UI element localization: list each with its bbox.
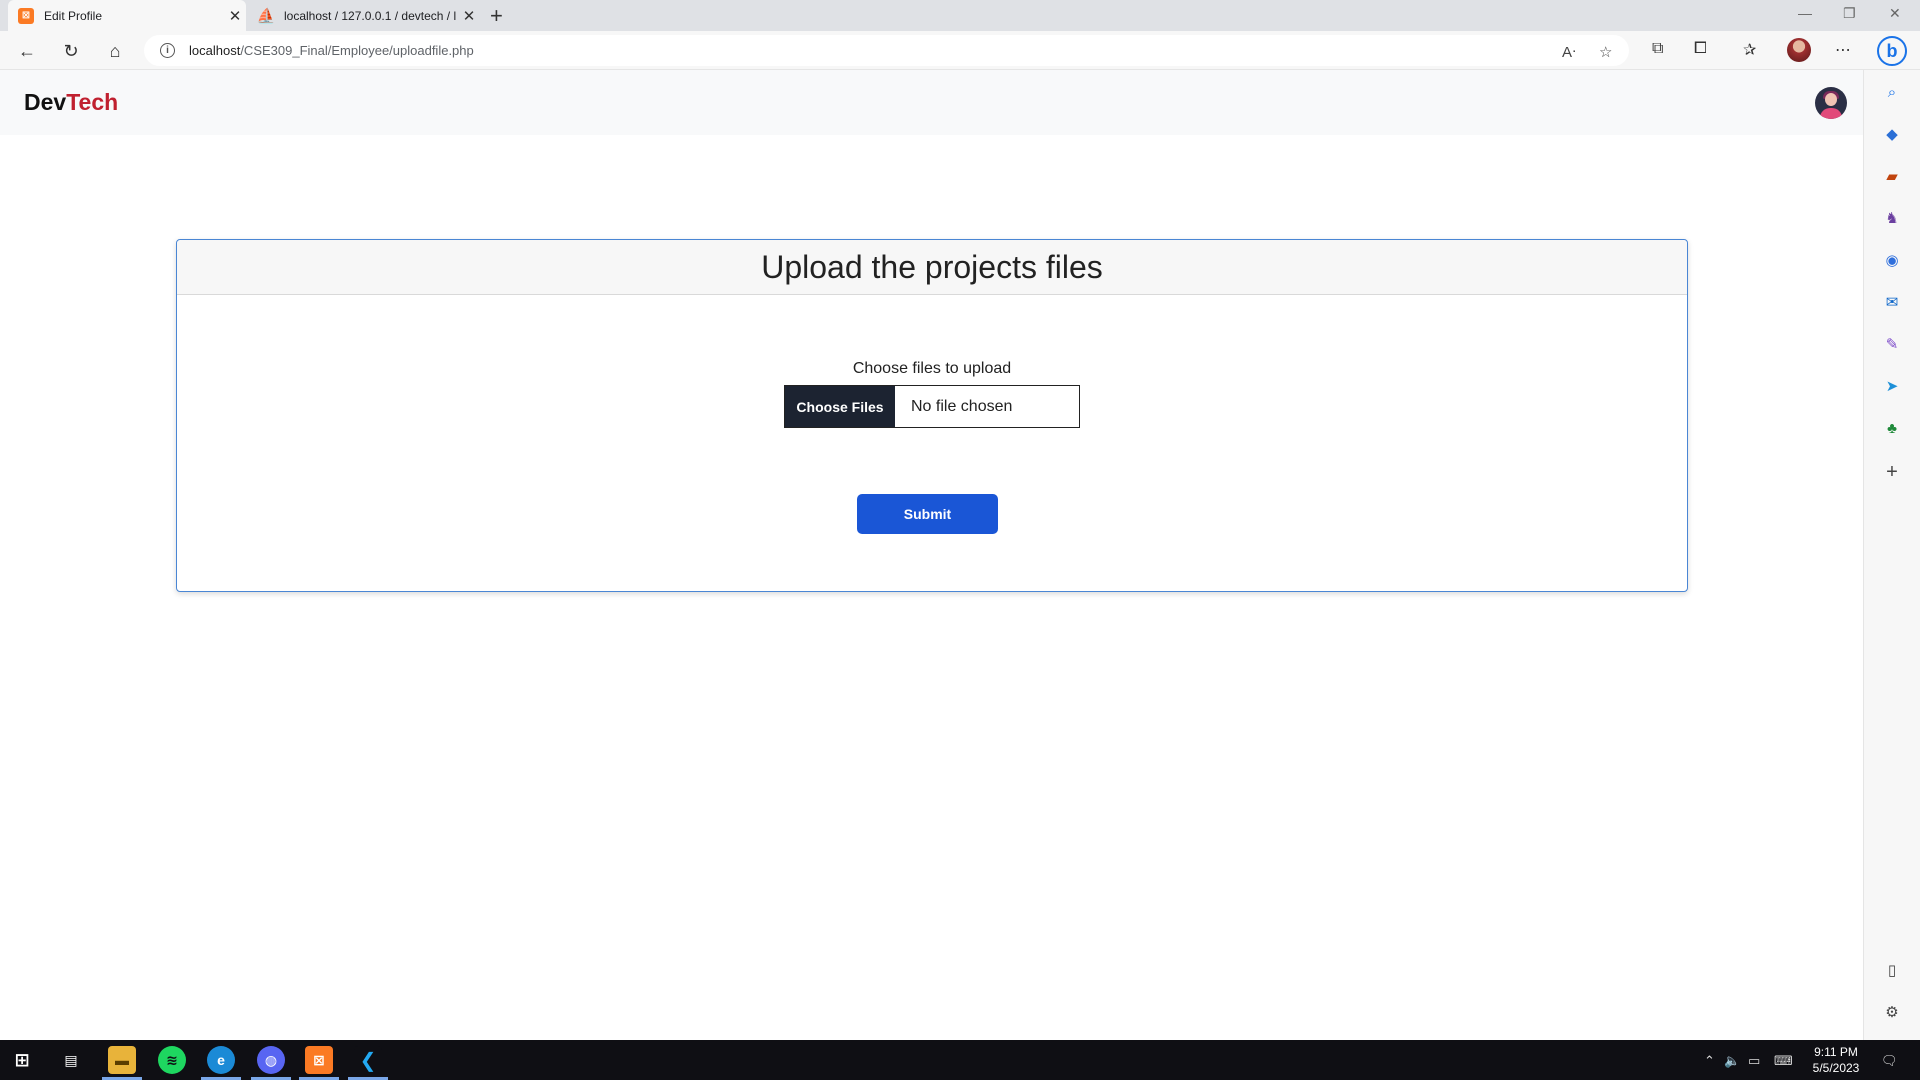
volume-icon[interactable]: 🔈 [1724, 1053, 1740, 1069]
minimize-icon[interactable]: — [1798, 5, 1812, 21]
windows-start-icon[interactable]: ⊞ [8, 1046, 36, 1074]
add-sidebar-app-icon[interactable]: + [1882, 461, 1902, 483]
close-tab-icon[interactable]: ✕ [458, 7, 480, 25]
close-tab-icon[interactable]: ✕ [224, 7, 246, 25]
clock-date: 5/5/2023 [1812, 1061, 1860, 1075]
xampp-icon: ⊠ [18, 7, 34, 24]
bing-chat-icon[interactable]: b [1877, 36, 1907, 66]
tab-edit-profile[interactable]: ⊠ Edit Profile ✕ [8, 0, 246, 31]
browser-profile-avatar[interactable] [1787, 38, 1811, 62]
add-favorite-icon[interactable]: ☆ [1599, 43, 1612, 61]
spotify-icon[interactable]: ≋ [158, 1046, 186, 1074]
sidebar-settings-icon[interactable]: ⚙ [1882, 1002, 1902, 1022]
extensions-icon[interactable]: ⧠ [1694, 40, 1707, 58]
taskbar: ⊞ ▤ ▬ ≋ e ◍ ⊠ ❮ ⌃ 🔈 ▭ ⌨ 9:11 PM 5/5/2023… [0, 1040, 1920, 1080]
notification-icon[interactable]: 🗨 [1881, 1053, 1898, 1069]
restore-icon[interactable]: ❐ [1843, 5, 1856, 22]
tab-strip: ⊠ Edit Profile ✕ ⛵ localhost / 127.0.0.1… [0, 0, 1920, 31]
task-view-icon[interactable]: ▤ [57, 1046, 85, 1074]
url-path: /CSE309_Final/Employee/uploadfile.php [240, 43, 474, 58]
site-info-icon[interactable]: i [160, 43, 175, 58]
submit-button[interactable]: Submit [857, 494, 998, 534]
tab-title: localhost / 127.0.0.1 / devtech / l [284, 8, 457, 23]
avatar[interactable] [1815, 87, 1847, 119]
browser-toolbar: ← ↻ ⌂ i localhost/CSE309_Final/Employee/… [0, 31, 1920, 70]
hide-sidebar-icon[interactable]: ▯ [1882, 960, 1902, 980]
read-aloud-icon[interactable]: Aᐧ [1562, 43, 1576, 61]
tab-phpmyadmin[interactable]: ⛵ localhost / 127.0.0.1 / devtech / l ✕ [250, 0, 480, 31]
more-options-icon[interactable]: ⋯ [1835, 40, 1851, 60]
favorites-icon[interactable]: ✰ [1743, 40, 1756, 60]
close-window-icon[interactable]: ✕ [1889, 5, 1901, 22]
xampp-taskbar-icon[interactable]: ⊠ [305, 1046, 333, 1074]
avatar-body [1820, 108, 1842, 119]
file-status: No file chosen [911, 397, 1013, 415]
designer-icon[interactable]: ✎ [1882, 334, 1902, 354]
brand-logo[interactable]: DevTech [24, 89, 118, 116]
site-header: DevTech [0, 70, 1863, 135]
web-page: DevTech Upload the projects files Choose… [0, 70, 1863, 1040]
tray-chevron-icon[interactable]: ⌃ [1704, 1053, 1715, 1069]
taskbar-clock[interactable]: 9:11 PM 5/5/2023 [1806, 1044, 1866, 1076]
network-icon[interactable]: ▭ [1748, 1053, 1760, 1069]
tree-icon[interactable]: ♣ [1882, 418, 1902, 438]
shopping-tag-icon[interactable]: ◆ [1882, 124, 1902, 144]
games-chess-icon[interactable]: ♞ [1882, 208, 1902, 228]
phpmyadmin-icon: ⛵ [256, 7, 276, 25]
edge-icon[interactable]: e [207, 1046, 235, 1074]
tab-title: Edit Profile [44, 8, 103, 23]
outlook-icon[interactable]: ✉ [1882, 292, 1902, 312]
discord-icon[interactable]: ◍ [257, 1046, 285, 1074]
clock-time: 9:11 PM [1814, 1045, 1858, 1059]
back-icon[interactable]: ← [15, 39, 39, 63]
home-icon[interactable]: ⌂ [103, 39, 127, 63]
keyboard-icon[interactable]: ⌨ [1774, 1053, 1793, 1069]
upload-label: Choose files to upload [852, 360, 1012, 377]
upload-card: Upload the projects files Choose files t… [176, 239, 1688, 592]
avatar-face [1825, 93, 1837, 106]
vscode-icon[interactable]: ❮ [354, 1046, 382, 1074]
microsoft-365-icon[interactable]: ◉ [1882, 250, 1902, 270]
send-icon[interactable]: ➤ [1882, 376, 1902, 396]
url-host: localhost [189, 43, 241, 58]
brand-first: Dev [24, 89, 67, 115]
edge-sidebar: ⌕ ◆ ▰ ♞ ◉ ✉ ✎ ➤ ♣ + ▯ ⚙ [1863, 70, 1920, 1040]
brand-second: Tech [66, 89, 119, 115]
search-icon[interactable]: ⌕ [1882, 82, 1902, 102]
file-input[interactable]: Choose Files No file chosen [784, 385, 1080, 428]
tools-briefcase-icon[interactable]: ▰ [1882, 166, 1902, 186]
refresh-icon[interactable]: ↻ [59, 39, 83, 63]
new-tab-button[interactable]: + [490, 3, 503, 29]
choose-files-button[interactable]: Choose Files [785, 386, 895, 427]
file-explorer-icon[interactable]: ▬ [108, 1046, 136, 1074]
address-bar[interactable]: i localhost/CSE309_Final/Employee/upload… [144, 35, 1629, 66]
split-screen-icon[interactable]: ⧉ [1652, 40, 1663, 58]
card-title: Upload the projects files [177, 240, 1687, 295]
